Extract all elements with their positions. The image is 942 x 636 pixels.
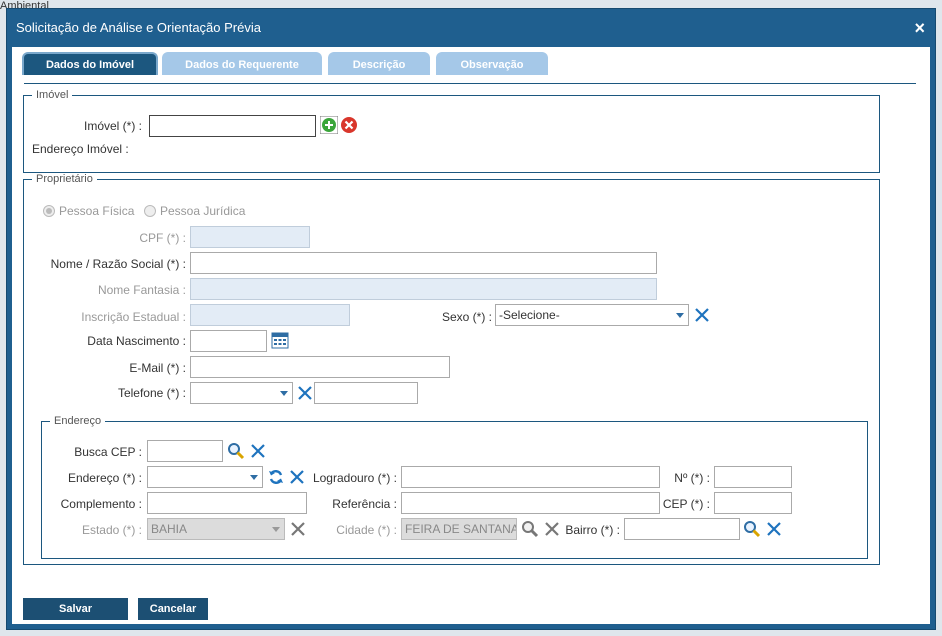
telefone-label: Telefone (*) : bbox=[117, 386, 186, 400]
nome-fantasia-input[interactable] bbox=[190, 278, 657, 300]
logradouro-input[interactable] bbox=[401, 466, 660, 488]
imovel-input[interactable] bbox=[149, 115, 316, 137]
estado-label: Estado (*) : bbox=[81, 523, 142, 537]
nascimento-label: Data Nascimento : bbox=[87, 334, 186, 348]
cidade-label: Cidade (*) : bbox=[336, 523, 397, 537]
cpf-label: CPF (*) : bbox=[139, 231, 186, 245]
search-icon[interactable] bbox=[227, 442, 245, 460]
sexo-value: -Selecione- bbox=[499, 308, 560, 322]
clear-bairro-icon[interactable] bbox=[765, 520, 783, 538]
bairro-label: Bairro (*) : bbox=[565, 523, 620, 537]
endereco-label: Endereço (*) : bbox=[67, 471, 142, 485]
chevron-down-icon bbox=[250, 475, 258, 480]
inscricao-input[interactable] bbox=[190, 304, 350, 326]
referencia-label: Referência : bbox=[332, 497, 397, 511]
referencia-input[interactable] bbox=[401, 492, 660, 514]
close-icon[interactable]: × bbox=[914, 9, 925, 47]
clear-sexo-icon[interactable] bbox=[693, 306, 711, 324]
bairro-input[interactable] bbox=[624, 518, 740, 540]
imovel-legend: Imóvel bbox=[36, 89, 69, 101]
cidade-value: FEIRA DE SANTANA bbox=[405, 522, 517, 536]
email-input[interactable] bbox=[190, 356, 450, 378]
radio-pessoa-fisica[interactable] bbox=[43, 205, 55, 217]
endereco-imovel-label: Endereço Imóvel : bbox=[32, 142, 129, 156]
refresh-icon[interactable] bbox=[267, 468, 285, 486]
pessoa-fisica-label: Pessoa Física bbox=[59, 204, 135, 218]
salvar-button[interactable]: Salvar bbox=[23, 598, 128, 620]
clear-cidade-icon[interactable] bbox=[543, 520, 561, 538]
radio-pessoa-juridica[interactable] bbox=[144, 205, 156, 217]
nome-input[interactable] bbox=[190, 252, 657, 274]
logradouro-label: Logradouro (*) : bbox=[312, 471, 397, 485]
numero-input[interactable] bbox=[714, 466, 792, 488]
cep-input[interactable] bbox=[714, 492, 792, 514]
cpf-input[interactable] bbox=[190, 226, 310, 248]
tab-descricao[interactable]: Descrição bbox=[328, 52, 430, 75]
numero-label: Nº (*) : bbox=[674, 471, 710, 485]
search-cidade-icon[interactable] bbox=[521, 520, 539, 538]
dialog-title: Solicitação de Análise e Orientação Prév… bbox=[16, 20, 261, 35]
proprietario-legend: Proprietário bbox=[36, 173, 93, 185]
sexo-select[interactable]: -Selecione- bbox=[495, 304, 689, 326]
tab-underline bbox=[24, 83, 916, 84]
clear-telefone-icon[interactable] bbox=[296, 384, 314, 402]
estado-select[interactable]: BAHIA bbox=[147, 518, 285, 540]
pessoa-juridica-label: Pessoa Jurídica bbox=[160, 204, 246, 218]
complemento-label: Complemento : bbox=[60, 497, 142, 511]
chevron-down-icon bbox=[280, 391, 288, 396]
search-bairro-icon[interactable] bbox=[743, 520, 761, 538]
cancelar-button[interactable]: Cancelar bbox=[138, 598, 208, 620]
telefone-input[interactable] bbox=[314, 382, 418, 404]
dialog-content: Dados do Imóvel Dados do Requerente Desc… bbox=[12, 47, 930, 624]
chevron-down-icon bbox=[676, 313, 684, 318]
nascimento-input[interactable] bbox=[190, 330, 267, 352]
dialog: Solicitação de Análise e Orientação Prév… bbox=[6, 8, 936, 630]
nome-label: Nome / Razão Social (*) : bbox=[50, 257, 186, 271]
nome-fantasia-label: Nome Fantasia : bbox=[97, 283, 186, 297]
tab-dados-requerente[interactable]: Dados do Requerente bbox=[162, 52, 322, 75]
cidade-input[interactable]: FEIRA DE SANTANA bbox=[401, 518, 517, 540]
busca-cep-input[interactable] bbox=[147, 440, 223, 462]
remove-icon[interactable] bbox=[340, 116, 358, 134]
imovel-label: Imóvel (*) : bbox=[83, 119, 142, 133]
add-icon[interactable] bbox=[320, 116, 338, 134]
chevron-down-icon bbox=[272, 527, 280, 532]
calendar-icon[interactable] bbox=[271, 331, 289, 349]
telefone-type-select[interactable] bbox=[190, 382, 293, 404]
tab-observacao[interactable]: Observação bbox=[436, 52, 548, 75]
endereco-select[interactable] bbox=[147, 466, 263, 488]
email-label: E-Mail (*) : bbox=[129, 361, 186, 375]
busca-cep-label: Busca CEP : bbox=[74, 445, 142, 459]
estado-value: BAHIA bbox=[151, 522, 188, 536]
endereco-legend: Endereço bbox=[54, 415, 102, 427]
clear-busca-cep-icon[interactable] bbox=[249, 442, 267, 460]
inscricao-label: Inscrição Estadual : bbox=[81, 310, 186, 324]
complemento-input[interactable] bbox=[147, 492, 307, 514]
cep-label: CEP (*) : bbox=[662, 497, 710, 511]
tab-dados-imovel[interactable]: Dados do Imóvel bbox=[22, 52, 158, 75]
sexo-label: Sexo (*) : bbox=[441, 310, 492, 324]
